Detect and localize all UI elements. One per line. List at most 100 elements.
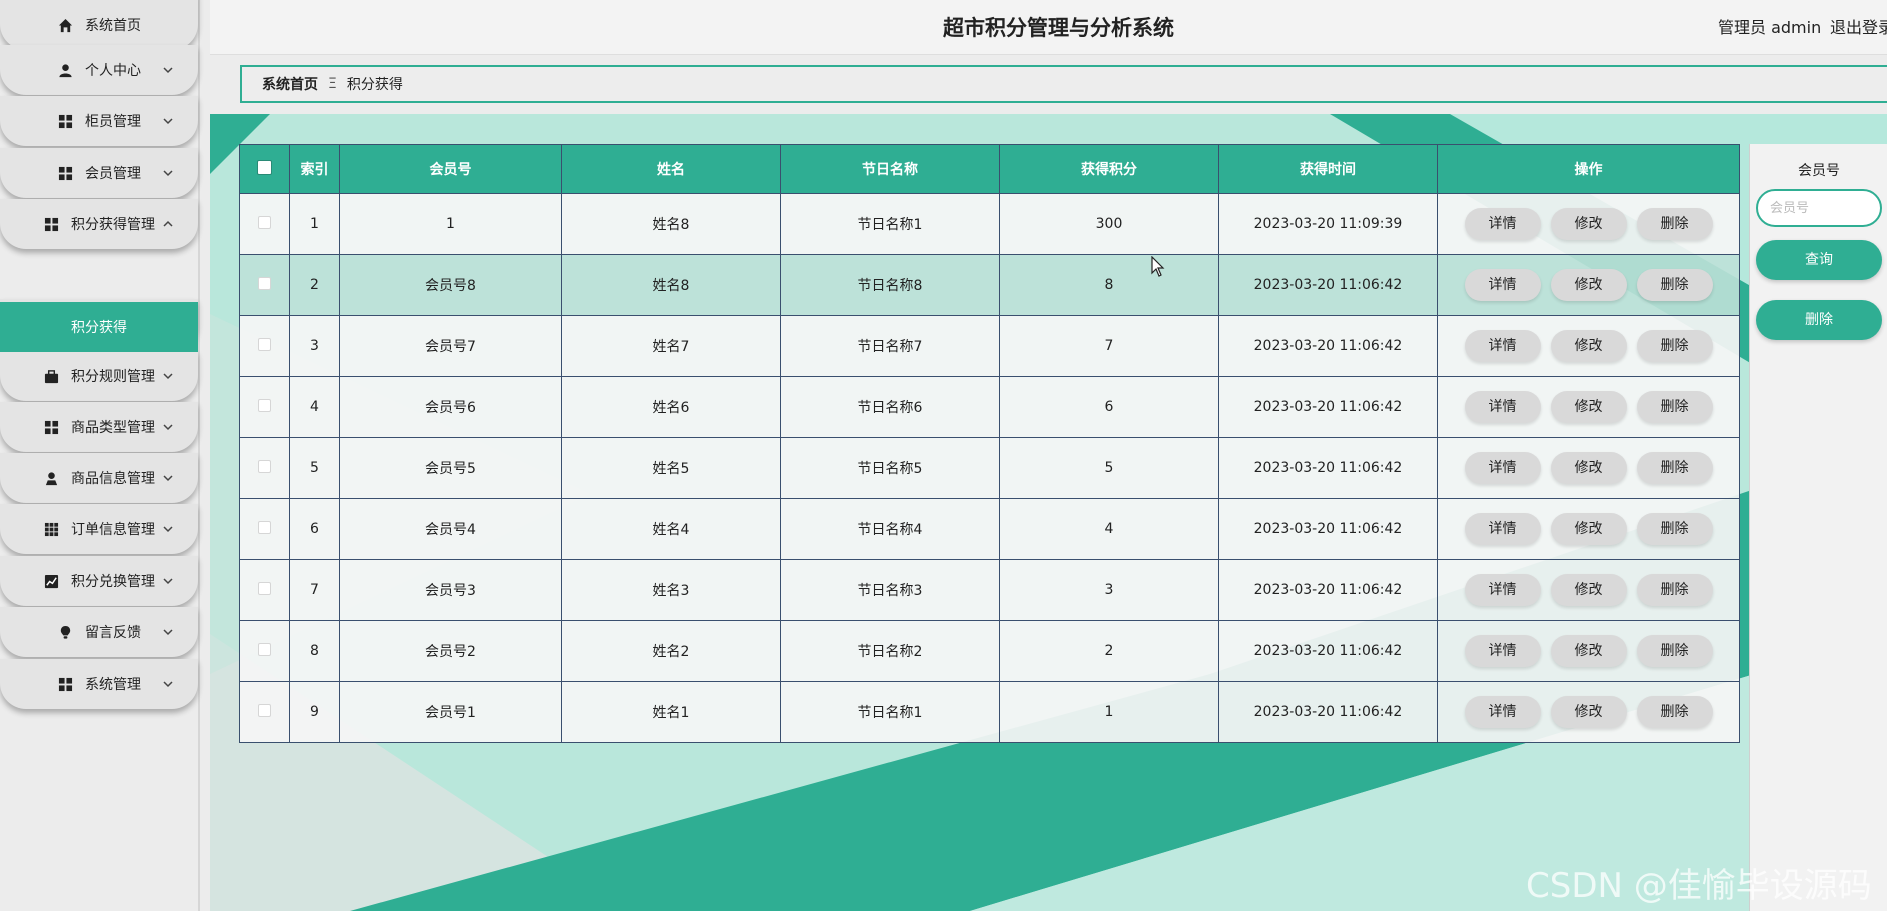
grid-icon — [57, 113, 73, 129]
detail-button[interactable]: 详情 — [1464, 452, 1541, 484]
table-row[interactable]: 3 会员号7 姓名7 节日名称7 7 2023-03-20 11:06:42 详情 修改 删除 — [239, 315, 1740, 377]
edit-button[interactable]: 修改 — [1550, 452, 1627, 484]
cell-actions: 详情 修改 删除 — [1437, 437, 1740, 499]
row-checkbox[interactable] — [258, 581, 271, 595]
batch-delete-button[interactable]: 删除 — [1756, 300, 1882, 340]
detail-button[interactable]: 详情 — [1464, 574, 1541, 606]
delete-button[interactable]: 删除 — [1636, 635, 1713, 667]
table-row[interactable]: 9 会员号1 姓名1 节日名称1 1 2023-03-20 11:06:42 详情 修改 删除 — [239, 681, 1740, 743]
edit-button[interactable]: 修改 — [1550, 330, 1627, 362]
table-row[interactable]: 6 会员号4 姓名4 节日名称4 4 2023-03-20 11:06:42 详情 修改 删除 — [239, 498, 1740, 560]
table-row[interactable]: 4 会员号6 姓名6 节日名称6 6 2023-03-20 11:06:42 详情 修改 删除 — [239, 376, 1740, 438]
row-select-cell — [239, 376, 290, 438]
row-select-cell — [239, 437, 290, 499]
edit-button[interactable]: 修改 — [1550, 635, 1627, 667]
delete-button[interactable]: 删除 — [1636, 208, 1713, 240]
sidebar-item-9[interactable]: 商品信息管理 — [0, 453, 198, 503]
member-no-search-input[interactable] — [1756, 189, 1882, 227]
cell-actions: 详情 修改 删除 — [1437, 193, 1740, 255]
row-select-cell — [239, 620, 290, 682]
row-checkbox[interactable] — [258, 337, 271, 351]
cell-points: 5 — [999, 437, 1219, 499]
table-row[interactable]: 7 会员号3 姓名3 节日名称3 3 2023-03-20 11:06:42 详情 修改 删除 — [239, 559, 1740, 621]
chevron-down-icon — [162, 421, 174, 433]
row-select-cell — [239, 254, 290, 316]
detail-button[interactable]: 详情 — [1464, 513, 1541, 545]
cell-time: 2023-03-20 11:09:39 — [1218, 193, 1438, 255]
cell-actions: 详情 修改 删除 — [1437, 681, 1740, 743]
sidebar-item-13[interactable]: 系统管理 — [0, 659, 198, 709]
detail-button[interactable]: 详情 — [1464, 391, 1541, 423]
delete-button[interactable]: 删除 — [1636, 574, 1713, 606]
breadcrumb-home[interactable]: 系统首页 — [262, 74, 318, 94]
sidebar-item-2[interactable]: 个人中心 — [0, 45, 198, 95]
sidebar-item-10[interactable]: 订单信息管理 — [0, 504, 198, 554]
row-select-cell — [239, 559, 290, 621]
edit-button[interactable]: 修改 — [1550, 269, 1627, 301]
row-checkbox[interactable] — [258, 520, 271, 534]
sidebar-subitem-points-earned[interactable]: 积分获得 — [0, 302, 198, 352]
sidebar-item-label: 订单信息管理 — [71, 522, 155, 538]
row-checkbox[interactable] — [258, 398, 271, 412]
table-row[interactable]: 1 1 姓名8 节日名称1 300 2023-03-20 11:09:39 详情 修改 删除 — [239, 193, 1740, 255]
detail-button[interactable]: 详情 — [1464, 269, 1541, 301]
delete-button[interactable]: 删除 — [1636, 696, 1713, 728]
row-checkbox[interactable] — [258, 276, 271, 290]
grid-icon — [57, 676, 73, 692]
cell-name: 姓名1 — [561, 681, 781, 743]
table-row[interactable]: 5 会员号5 姓名5 节日名称5 5 2023-03-20 11:06:42 详情 修改 删除 — [239, 437, 1740, 499]
sidebar-item-7[interactable]: 积分规则管理 — [0, 351, 198, 401]
delete-button[interactable]: 删除 — [1636, 330, 1713, 362]
cell-actions: 详情 修改 删除 — [1437, 559, 1740, 621]
row-checkbox[interactable] — [258, 215, 271, 229]
chevron-down-icon — [162, 115, 174, 127]
delete-button[interactable]: 删除 — [1636, 513, 1713, 545]
row-select-cell — [239, 681, 290, 743]
table-row[interactable]: 2 会员号8 姓名8 节日名称8 8 2023-03-20 11:06:42 详情 修改 删除 — [239, 254, 1740, 316]
chevron-down-icon — [162, 167, 174, 179]
sidebar-item-1[interactable]: 系统首页 — [0, 0, 198, 50]
col-header-points: 获得积分 — [999, 144, 1219, 194]
sidebar-item-11[interactable]: 积分兑换管理 — [0, 556, 198, 606]
sidebar-item-12[interactable]: 留言反馈 — [0, 607, 198, 657]
edit-button[interactable]: 修改 — [1550, 391, 1627, 423]
sidebar-item-3[interactable]: 柜员管理 — [0, 96, 198, 146]
chevron-down-icon — [162, 626, 174, 638]
delete-button[interactable]: 删除 — [1636, 269, 1713, 301]
col-header-actions: 操作 — [1437, 144, 1740, 194]
detail-button[interactable]: 详情 — [1464, 208, 1541, 240]
cell-actions: 详情 修改 删除 — [1437, 498, 1740, 560]
cell-time: 2023-03-20 11:06:42 — [1218, 559, 1438, 621]
row-checkbox[interactable] — [258, 459, 271, 473]
detail-button[interactable]: 详情 — [1464, 696, 1541, 728]
detail-button[interactable]: 详情 — [1464, 330, 1541, 362]
table-row[interactable]: 8 会员号2 姓名2 节日名称2 2 2023-03-20 11:06:42 详情 修改 删除 — [239, 620, 1740, 682]
row-checkbox[interactable] — [258, 642, 271, 656]
cell-member-no: 1 — [339, 193, 562, 255]
cell-name: 姓名7 — [561, 315, 781, 377]
cell-points: 1 — [999, 681, 1219, 743]
detail-button[interactable]: 详情 — [1464, 635, 1541, 667]
logout-link[interactable]: 退出登录 — [1830, 14, 1887, 38]
sidebar-item-8[interactable]: 商品类型管理 — [0, 402, 198, 452]
chevron-down-icon — [162, 472, 174, 484]
sidebar-item-5[interactable]: 积分获得管理 — [0, 199, 198, 249]
col-header-time: 获得时间 — [1218, 144, 1438, 194]
cell-holiday: 节日名称4 — [780, 498, 1000, 560]
breadcrumb-separator: Ξ — [328, 76, 337, 92]
edit-button[interactable]: 修改 — [1550, 696, 1627, 728]
delete-button[interactable]: 删除 — [1636, 452, 1713, 484]
query-button[interactable]: 查询 — [1756, 240, 1882, 280]
row-checkbox[interactable] — [258, 703, 271, 717]
cell-points: 3 — [999, 559, 1219, 621]
select-all-checkbox[interactable] — [257, 159, 272, 175]
sidebar-item-4[interactable]: 会员管理 — [0, 148, 198, 198]
edit-button[interactable]: 修改 — [1550, 513, 1627, 545]
edit-button[interactable]: 修改 — [1550, 574, 1627, 606]
home-icon — [57, 17, 73, 33]
edit-button[interactable]: 修改 — [1550, 208, 1627, 240]
current-user: 管理员 admin — [1718, 18, 1822, 37]
content-area: 索引 会员号 姓名 节日名称 获得积分 获得时间 操作 1 1 姓名8 节日名称1 30… — [210, 114, 1887, 911]
delete-button[interactable]: 删除 — [1636, 391, 1713, 423]
mouse-cursor-icon — [1151, 256, 1165, 277]
